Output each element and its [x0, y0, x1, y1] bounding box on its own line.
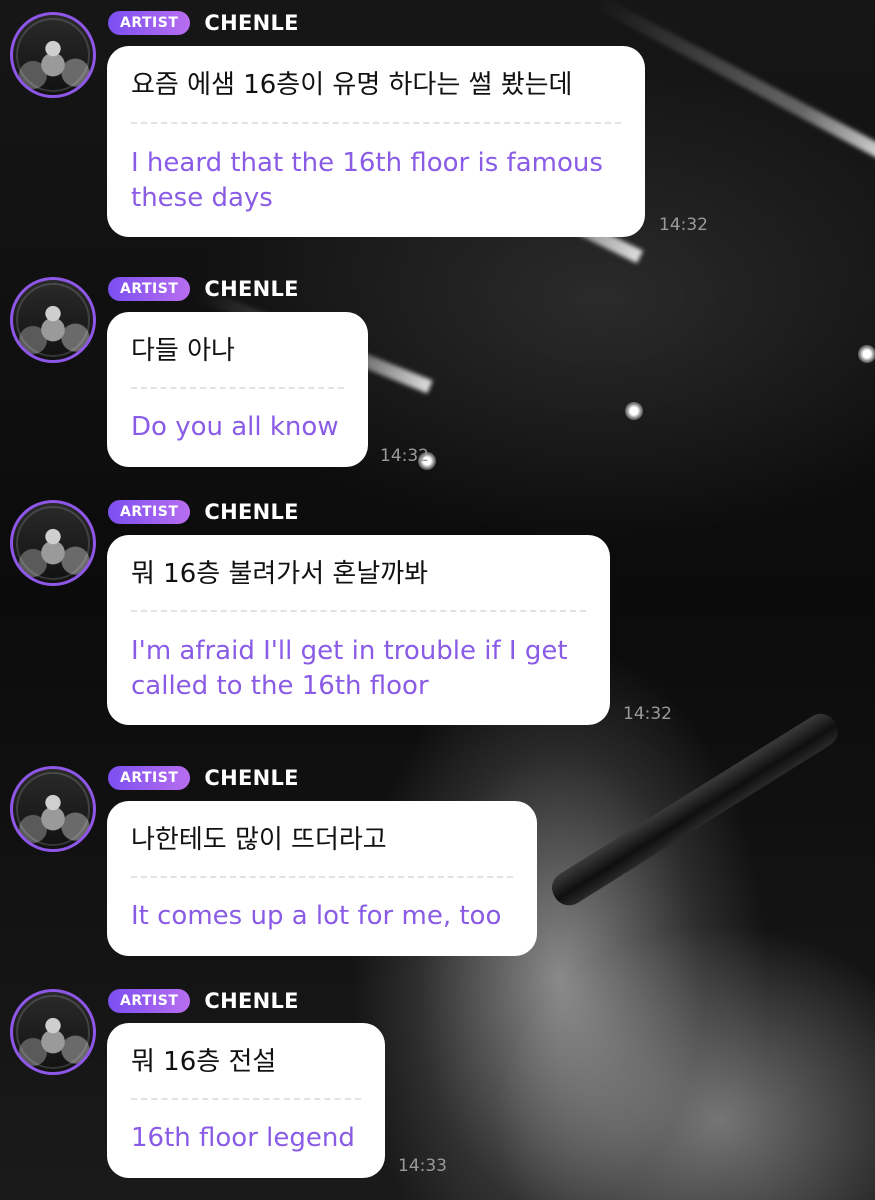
translated-text: I'm afraid I'll get in trouble if I get … — [131, 636, 568, 701]
artist-badge: ARTIST — [108, 500, 191, 524]
translated-text: It comes up a lot for me, too — [131, 901, 502, 931]
translation-divider — [131, 1098, 361, 1100]
message-header: ARTIST CHENLE — [108, 988, 299, 1014]
translation-divider — [131, 387, 344, 389]
sender-name: CHENLE — [204, 11, 299, 35]
translation-divider — [131, 876, 513, 878]
message-bubble[interactable]: 요즘 에샘 16층이 유명 하다는 썰 봤는데 I heard that the… — [107, 46, 645, 237]
message-header: ARTIST CHENLE — [108, 276, 299, 302]
original-text: 뭐 16층 불려가서 혼날까봐 — [131, 559, 429, 589]
sender-name: CHENLE — [204, 989, 299, 1013]
message-bubble[interactable]: 다들 아나 Do you all know — [107, 312, 368, 467]
artist-avatar[interactable] — [10, 12, 96, 98]
artist-avatar[interactable] — [10, 500, 96, 586]
artist-avatar[interactable] — [10, 989, 96, 1075]
message-header: ARTIST CHENLE — [108, 765, 299, 791]
message-header: ARTIST CHENLE — [108, 10, 299, 36]
stage-light — [858, 345, 875, 363]
sender-name: CHENLE — [204, 500, 299, 524]
artist-badge: ARTIST — [108, 989, 191, 1013]
artist-avatar[interactable] — [10, 277, 96, 363]
translated-text: I heard that the 16th floor is famous th… — [131, 148, 603, 213]
artist-badge: ARTIST — [108, 766, 191, 790]
original-text: 뭐 16층 전설 — [131, 1047, 277, 1077]
translated-text: Do you all know — [131, 412, 339, 442]
original-text: 다들 아나 — [131, 336, 235, 366]
translation-divider — [131, 610, 586, 612]
message-time: 14:33 — [398, 1156, 447, 1176]
sender-name: CHENLE — [204, 277, 299, 301]
message-header: ARTIST CHENLE — [108, 499, 299, 525]
original-text: 요즘 에샘 16층이 유명 하다는 썰 봤는데 — [131, 70, 573, 100]
message-time: 14:32 — [623, 704, 672, 724]
artist-badge: ARTIST — [108, 277, 191, 301]
message-bubble[interactable]: 뭐 16층 불려가서 혼날까봐 I'm afraid I'll get in t… — [107, 535, 610, 725]
message-time: 14:32 — [380, 446, 429, 466]
message-bubble[interactable]: 뭐 16층 전설 16th floor legend — [107, 1023, 385, 1178]
artist-avatar[interactable] — [10, 766, 96, 852]
translation-divider — [131, 122, 621, 124]
message-time: 14:32 — [659, 215, 708, 235]
original-text: 나한테도 많이 뜨더라고 — [131, 825, 387, 855]
stage-light — [625, 402, 643, 420]
artist-badge: ARTIST — [108, 11, 191, 35]
sender-name: CHENLE — [204, 766, 299, 790]
message-bubble[interactable]: 나한테도 많이 뜨더라고 It comes up a lot for me, t… — [107, 801, 537, 956]
translated-text: 16th floor legend — [131, 1123, 355, 1153]
